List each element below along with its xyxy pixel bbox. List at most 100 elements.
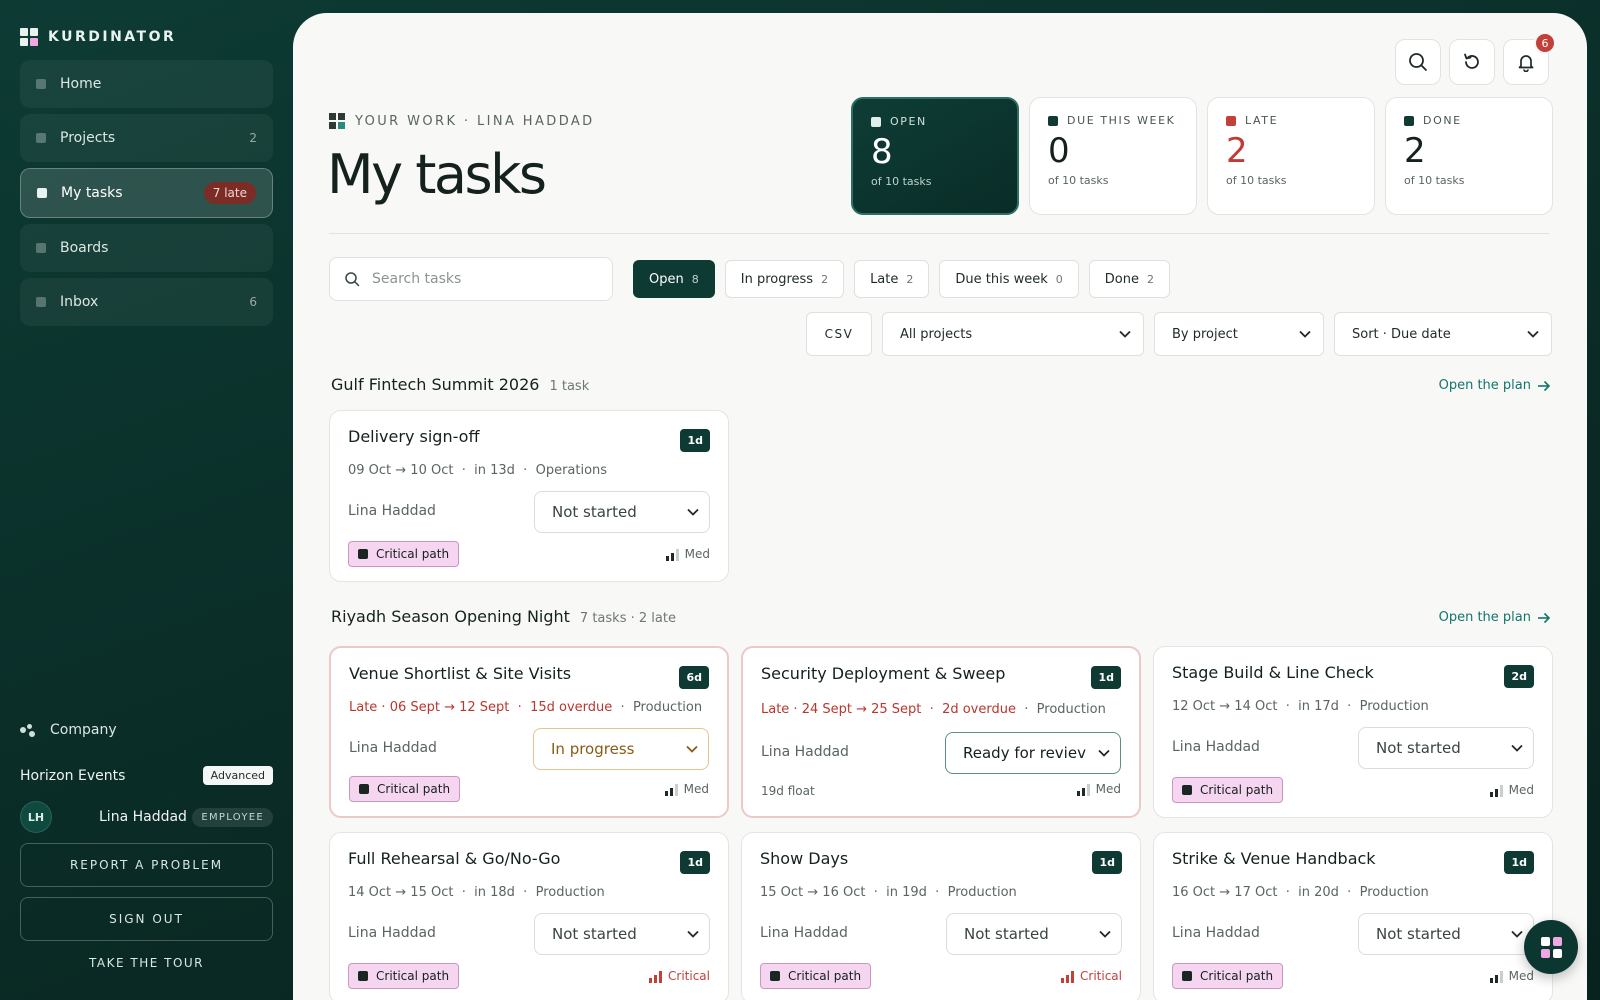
square-icon (770, 971, 780, 981)
brand-logo-icon (20, 28, 38, 46)
task-card[interactable]: Venue Shortlist & Site Visits 6d Late · … (329, 646, 729, 818)
task-title: Delivery sign-off (348, 427, 480, 446)
stat-card-open[interactable]: OPEN 8 of 10 tasks (851, 97, 1019, 215)
group-header: Riyadh Season Opening Night 7 tasks · 2 … (331, 607, 676, 626)
due-in: in 18d (474, 885, 515, 900)
square-icon (36, 297, 46, 307)
due-in: in 19d (886, 885, 927, 900)
user-name: Lina Haddad (99, 809, 187, 825)
date-range: 15 Oct → 16 Oct (760, 885, 866, 900)
stat-card-done[interactable]: DONE 2 of 10 tasks (1385, 97, 1553, 215)
stat-card-late[interactable]: LATE 2 of 10 tasks (1207, 97, 1375, 215)
open-plan-link[interactable]: Open the plan (1439, 378, 1551, 393)
status-select[interactable]: Not started (534, 913, 710, 955)
date-range: 14 Oct → 15 Oct (348, 885, 454, 900)
sidebar-item-boards[interactable]: Boards (20, 224, 273, 272)
status-select[interactable]: Not started (534, 491, 710, 533)
priority-label: Med (683, 782, 709, 796)
notifications-button[interactable]: 6 (1503, 32, 1556, 85)
apps-fab-button[interactable] (1524, 920, 1578, 974)
task-card[interactable]: Full Rehearsal & Go/No-Go 1d 14 Oct → 15… (329, 832, 729, 1000)
status-select[interactable]: Not started (946, 913, 1122, 955)
assignee: Lina Haddad (348, 503, 436, 519)
status-value: Not started (552, 925, 637, 943)
duration-badge: 6d (679, 666, 709, 689)
sidebar-item-projects[interactable]: Projects 2 (20, 114, 273, 162)
assignee: Lina Haddad (760, 925, 848, 941)
sidebar-nav: Home Projects 2 My tasks 7 late Boards I… (20, 60, 273, 332)
square-icon (36, 133, 46, 143)
csv-export-button[interactable]: CSV (806, 312, 872, 356)
task-card[interactable]: Stage Build & Line Check 2d 12 Oct → 14 … (1153, 646, 1553, 818)
sidebar-item-label: Boards (60, 240, 109, 256)
stat-sub: of 10 tasks (1048, 174, 1109, 187)
filter-chip-due-this-week[interactable]: Due this week 0 (939, 260, 1079, 298)
overdue-text: 15d overdue (530, 700, 613, 715)
sidebar-item-inbox[interactable]: Inbox 6 (20, 278, 273, 326)
task-card[interactable]: Strike & Venue Handback 1d 16 Oct → 17 O… (1153, 832, 1553, 1000)
group-header: Gulf Fintech Summit 2026 1 task (331, 375, 589, 394)
select-value: All projects (900, 326, 973, 342)
stat-label: LATE (1245, 114, 1279, 127)
link-label: Open the plan (1438, 378, 1531, 393)
company-link[interactable]: Company (20, 722, 117, 738)
task-card[interactable]: Show Days 1d 15 Oct → 16 Oct · in 19d · … (741, 832, 1141, 1000)
sidebar-item-home[interactable]: Home (20, 60, 273, 108)
chip-count: 0 (1055, 272, 1063, 286)
status-select[interactable]: In progress (533, 728, 709, 770)
task-title: Full Rehearsal & Go/No-Go (348, 849, 561, 868)
divider (329, 233, 1549, 234)
square-icon (36, 79, 46, 89)
tag-label: Critical path (376, 547, 450, 561)
select-value: By project (1172, 326, 1238, 342)
refresh-button[interactable] (1449, 39, 1495, 85)
stat-card-due-this-week[interactable]: DUE THIS WEEK 0 of 10 tasks (1029, 97, 1197, 215)
link-label: Open the plan (1438, 610, 1531, 625)
report-problem-button[interactable]: REPORT A PROBLEM (20, 843, 273, 887)
page-title: My tasks (327, 143, 547, 206)
team: Production (1036, 702, 1106, 717)
priority-label: Med (1508, 783, 1534, 797)
status-select[interactable]: Ready for reviev (945, 732, 1121, 774)
filter-chip-open[interactable]: Open 8 (633, 260, 715, 298)
square-icon (1182, 971, 1192, 981)
eyebrow: YOUR WORK · LINA HADDAD (329, 113, 595, 129)
assignee: Lina Haddad (348, 925, 436, 941)
chip-label: Done (1104, 271, 1139, 287)
sort-select[interactable]: Sort · Due date (1334, 312, 1552, 356)
square-icon (358, 549, 368, 559)
take-tour-link[interactable]: TAKE THE TOUR (20, 956, 273, 970)
arrow-right-icon (1538, 380, 1551, 391)
status-select[interactable]: Not started (1358, 913, 1534, 955)
project-select[interactable]: All projects (882, 312, 1144, 356)
status-select[interactable]: Not started (1358, 727, 1534, 769)
priority-bars-icon (1061, 971, 1075, 983)
square-icon (1226, 115, 1236, 126)
filter-chip-done[interactable]: Done 2 (1088, 260, 1170, 298)
search-button[interactable] (1395, 39, 1441, 85)
chip-count: 2 (1146, 272, 1154, 286)
group-meta: 7 tasks · 2 late (579, 611, 676, 626)
search-input[interactable] (372, 271, 592, 287)
priority-indicator: Med (1076, 782, 1121, 796)
user-row[interactable]: LH Lina Haddad EMPLOYEE (20, 800, 273, 834)
open-plan-link[interactable]: Open the plan (1439, 610, 1551, 625)
brand[interactable]: KURDINATOR (20, 28, 176, 46)
task-title: Security Deployment & Sweep (761, 664, 1006, 683)
group-by-select[interactable]: By project (1154, 312, 1324, 356)
company-label: Company (50, 722, 117, 738)
stat-value: 0 (1048, 131, 1070, 171)
task-card[interactable]: Delivery sign-off 1d 09 Oct → 10 Oct · i… (329, 410, 729, 582)
chevron-down-icon (1527, 330, 1539, 338)
status-value: In progress (551, 740, 635, 758)
sidebar-item-label: Home (60, 76, 102, 92)
filter-chip-late[interactable]: Late 2 (854, 260, 930, 298)
chevron-down-icon (686, 745, 698, 753)
critical-path-tag: Critical path (349, 776, 461, 802)
sidebar-item-count: 2 (249, 131, 257, 145)
team: Production (1359, 699, 1429, 714)
sign-out-button[interactable]: SIGN OUT (20, 897, 273, 941)
sidebar-item-my-tasks[interactable]: My tasks 7 late (20, 168, 273, 218)
task-card[interactable]: Security Deployment & Sweep 1d Late · 24… (741, 646, 1141, 818)
filter-chip-in-progress[interactable]: In progress 2 (724, 260, 845, 298)
